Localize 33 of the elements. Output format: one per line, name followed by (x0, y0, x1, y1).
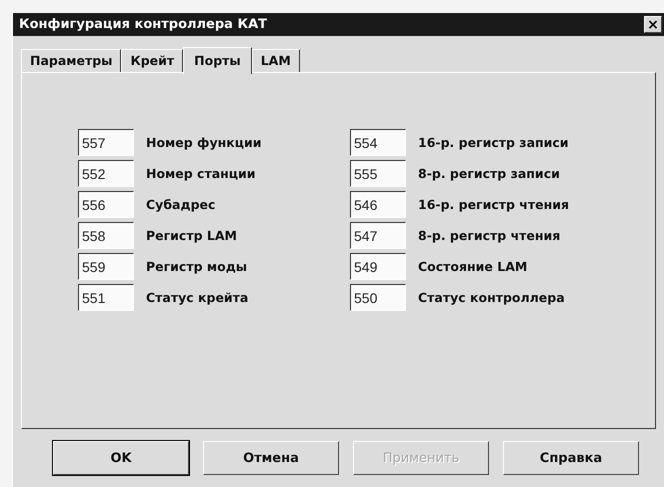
input-field[interactable]: 546 (350, 191, 406, 218)
dialog-button[interactable]: Отмена (203, 441, 339, 475)
field-label: Регистр моды (146, 259, 248, 274)
field-label: Статус контроллера (418, 290, 565, 305)
input-field[interactable]: 557 (78, 129, 134, 156)
field-label: Номер функции (146, 135, 262, 150)
input-field[interactable]: 552 (78, 160, 134, 187)
field-label: Регистр LAM (146, 228, 237, 243)
input-field[interactable]: 558 (78, 222, 134, 249)
field-label: Номер станции (146, 166, 256, 181)
input-field[interactable]: 554 (350, 129, 406, 156)
input-field[interactable]: 551 (78, 284, 134, 311)
close-button[interactable]: × (644, 16, 662, 33)
tab[interactable]: Порты (183, 47, 252, 74)
field-label: Состояние LAM (418, 259, 528, 274)
tab[interactable]: LAM (252, 49, 300, 72)
input-field[interactable]: 559 (78, 253, 134, 280)
input-field[interactable]: 549 (350, 253, 406, 280)
input-field[interactable]: 547 (350, 222, 406, 249)
field-label: 16-р. регистр записи (418, 135, 569, 150)
field-label: Субадрес (146, 197, 216, 212)
field-label: 16-р. регистр чтения (418, 197, 570, 212)
field-label: 8-р. регистр записи (418, 166, 560, 181)
input-field[interactable]: 556 (78, 191, 134, 218)
tab[interactable]: Крейт (121, 49, 184, 72)
field-label: Статус крейта (146, 290, 248, 305)
input-field[interactable]: 550 (350, 284, 406, 311)
dialog-button[interactable]: Справка (503, 441, 639, 475)
field-label: 8-р. регистр чтения (418, 228, 560, 243)
dialog-button[interactable]: OK (53, 441, 189, 475)
window-title: Конфигурация контроллера КАТ (19, 17, 268, 32)
tab[interactable]: Параметры (21, 49, 122, 72)
input-field[interactable]: 555 (350, 160, 406, 187)
